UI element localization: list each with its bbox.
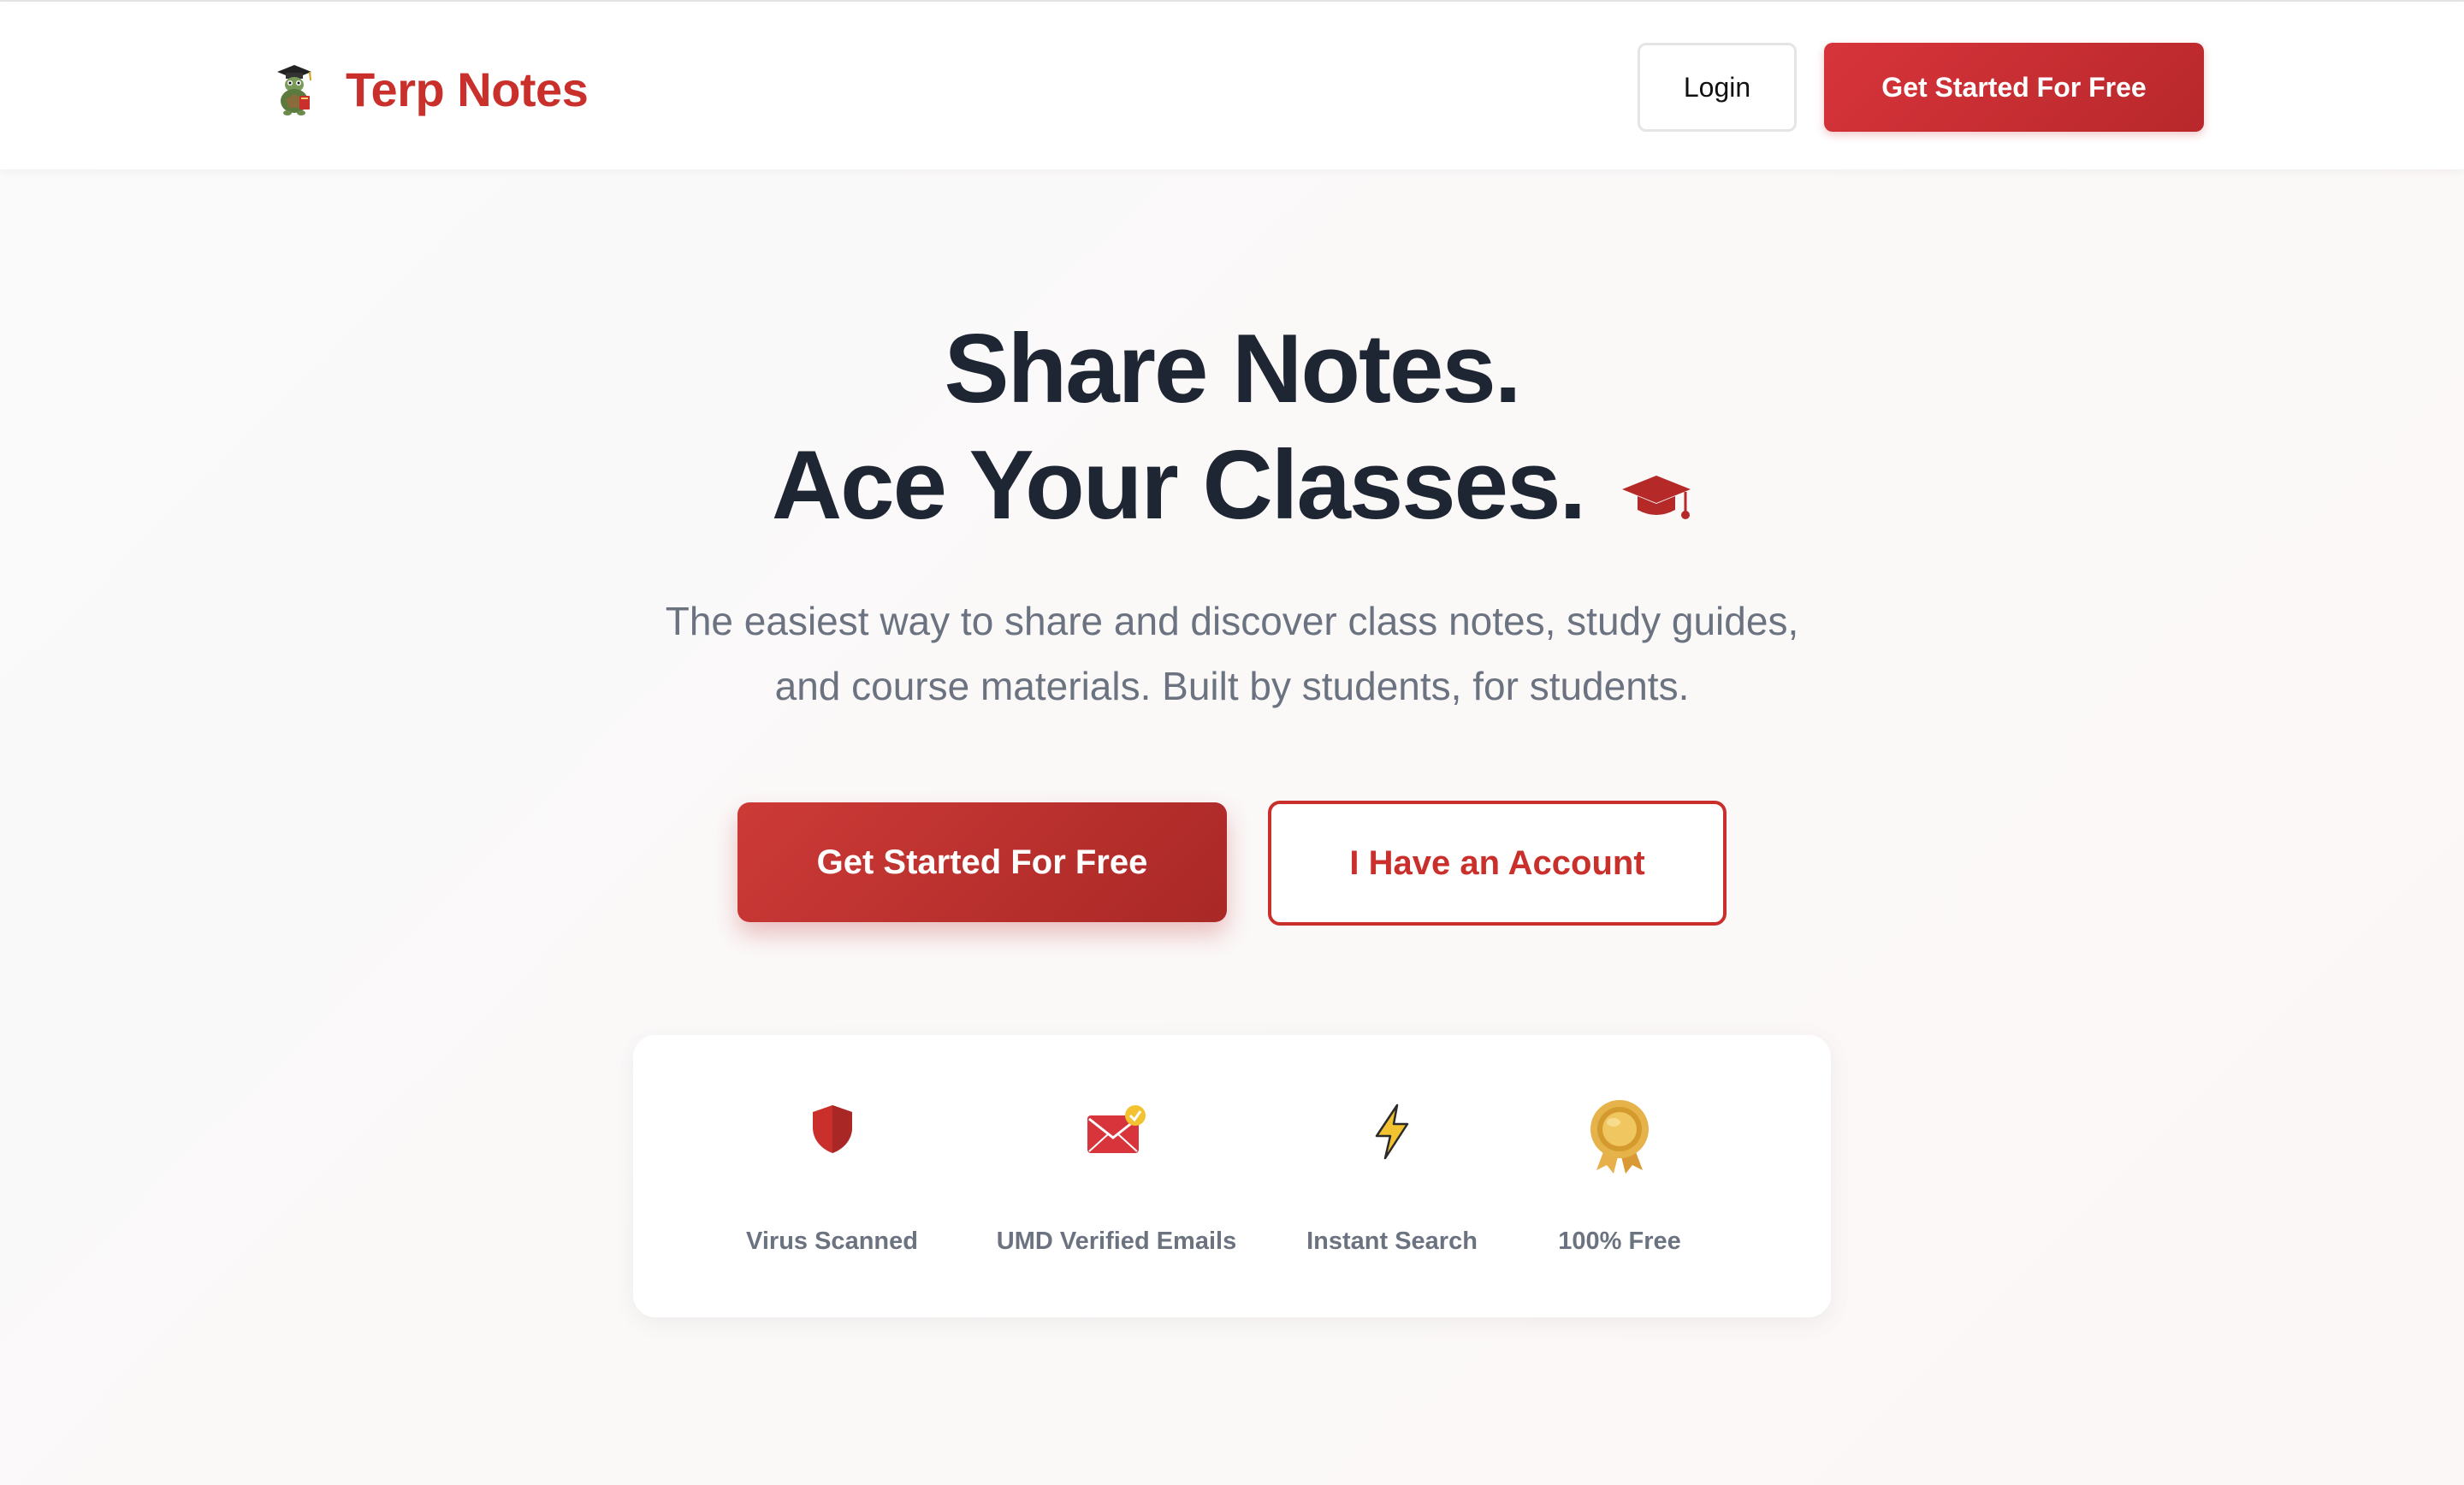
feature-free: 100% Free <box>1547 1035 1692 1317</box>
hero-title-line-2-text: Ace Your Classes. <box>771 431 1586 540</box>
hero-subtitle-line-2: and course materials. Built by students,… <box>774 664 1690 708</box>
feature-label: UMD Verified Emails <box>996 1228 1237 1255</box>
navbar: Terp Notes Login Get Started For Free <box>0 2 2464 169</box>
hero-title-line-1: Share Notes. <box>944 315 1522 423</box>
graduation-cap-icon <box>1622 476 1691 519</box>
turtle-graduate-logo-icon <box>277 65 311 115</box>
feature-instant-search: Instant Search <box>1300 1035 1484 1317</box>
feature-label: 100% Free <box>1558 1228 1681 1255</box>
feature-label: Virus Scanned <box>746 1228 918 1255</box>
hero-title-line-2: Ace Your Classes. <box>0 428 2464 544</box>
feature-umd-verified-emails: UMD Verified Emails <box>992 1035 1241 1317</box>
lightning-bolt-icon <box>1375 1103 1409 1160</box>
hero-get-started-button[interactable]: Get Started For Free <box>737 802 1227 922</box>
have-account-button[interactable]: I Have an Account <box>1268 801 1727 926</box>
gold-medal-icon <box>1590 1100 1649 1174</box>
login-button[interactable]: Login <box>1638 43 1797 132</box>
feature-virus-scanned: Virus Scanned <box>736 1035 928 1317</box>
verified-email-icon <box>1087 1105 1146 1153</box>
hero-subtitle-line-1: The easiest way to share and discover cl… <box>665 599 1799 643</box>
brand-name: Terp Notes <box>346 62 589 116</box>
brand-logo-link[interactable]: Terp Notes <box>270 62 589 116</box>
nav-get-started-button[interactable]: Get Started For Free <box>1824 43 2204 132</box>
shield-icon <box>812 1105 852 1153</box>
features-card: Virus Scanned UMD Verified Emails Instan… <box>633 1035 1831 1317</box>
feature-label: Instant Search <box>1306 1228 1478 1255</box>
